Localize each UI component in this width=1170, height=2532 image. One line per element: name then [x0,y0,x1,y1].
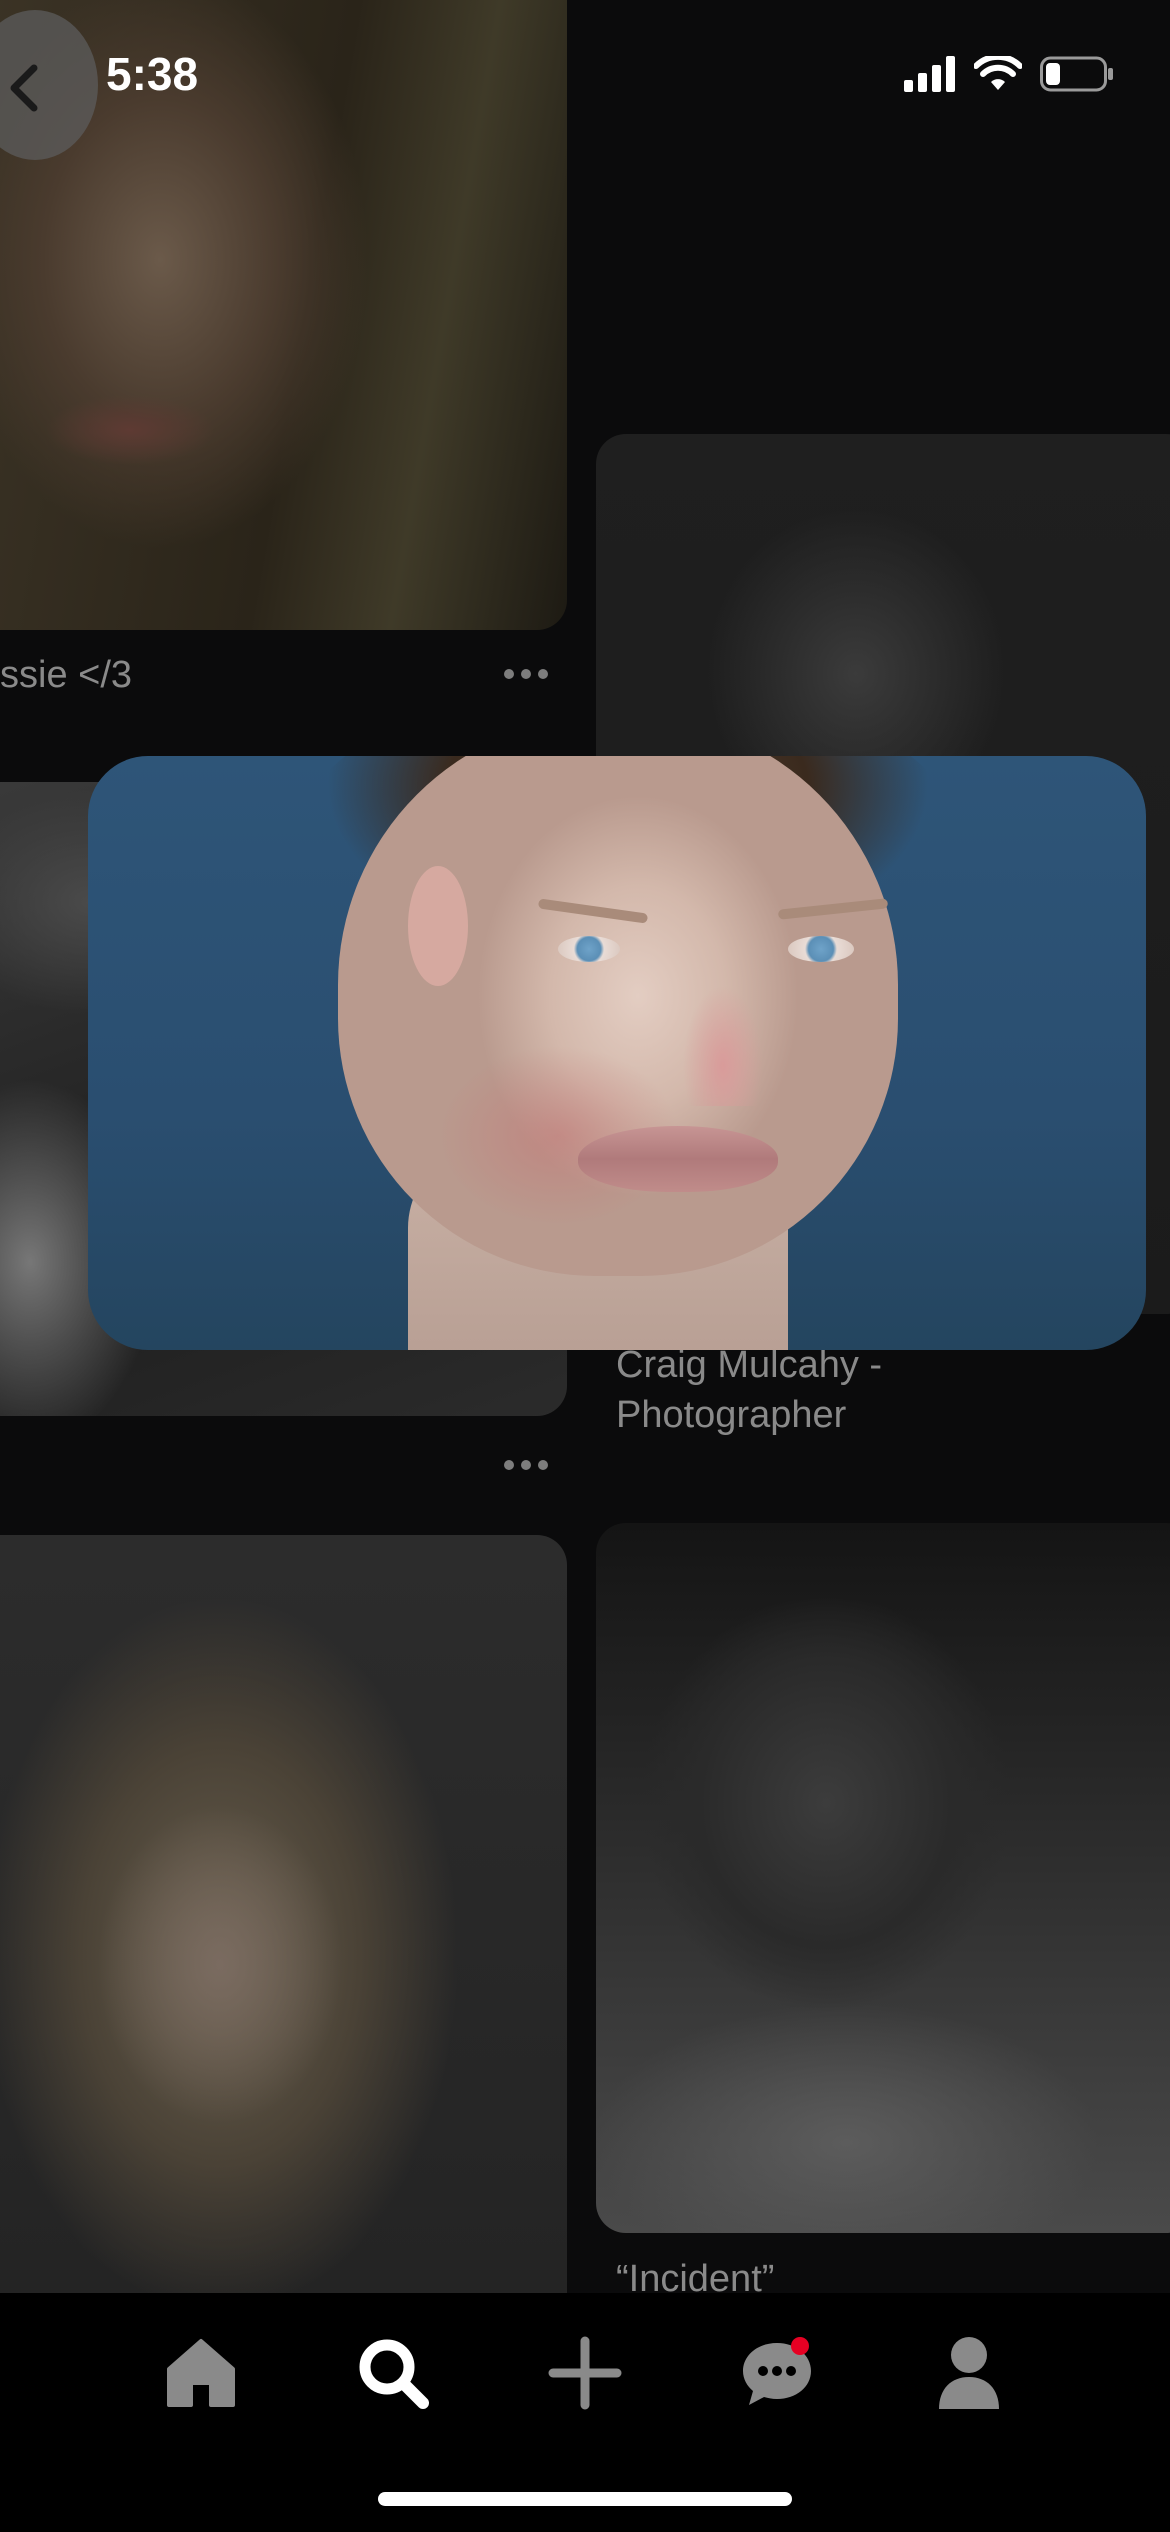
pin-title[interactable]: Craig Mulcahy - Photographer [616,1340,1096,1440]
back-button[interactable] [0,10,98,160]
more-options-icon[interactable] [504,1459,548,1471]
portrait-lips [578,1126,778,1192]
tab-home[interactable] [151,2323,251,2423]
expanded-pin-image[interactable] [88,756,1146,1350]
home-indicator[interactable] [378,2492,792,2506]
profile-icon [939,2337,999,2409]
cellular-signal-icon [904,56,955,92]
pin-image[interactable] [596,1523,1170,2233]
portrait-ear [408,866,468,986]
plus-icon [548,2336,622,2410]
wifi-icon [974,56,1022,90]
pin-image[interactable] [0,1535,567,2293]
tab-profile[interactable] [919,2323,1019,2423]
pin-title[interactable]: “Incident” [616,2254,774,2293]
status-bar: 5:38 [0,0,1170,160]
status-icons [904,56,1114,92]
pin-title[interactable]: ssie </3 [0,650,132,700]
notification-badge [791,2337,809,2355]
portrait-face [338,756,898,1276]
battery-icon [1040,56,1113,92]
tab-create[interactable] [535,2323,635,2423]
portrait-eye [558,936,620,962]
search-icon [359,2339,429,2409]
status-time: 5:38 [106,48,199,100]
portrait-eye [788,936,854,962]
chevron-left-icon [10,64,38,112]
home-icon [167,2339,235,2407]
tab-search[interactable] [343,2323,443,2423]
portrait-nose [683,946,763,1106]
more-options-icon[interactable] [504,668,548,680]
tab-messages[interactable] [727,2323,827,2423]
